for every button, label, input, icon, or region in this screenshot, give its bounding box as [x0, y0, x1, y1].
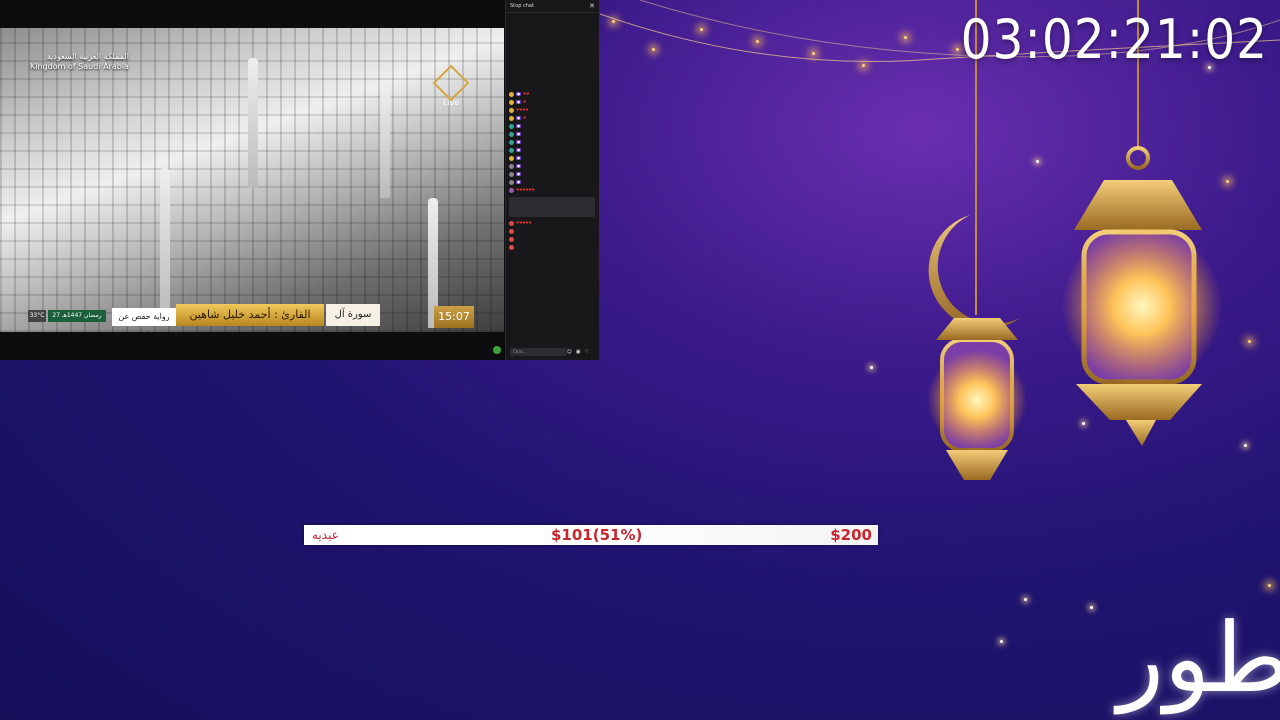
chat-message: ♥♥♥♥♥♥ [509, 188, 595, 193]
goal-target: $200 [830, 526, 872, 544]
minaret [160, 168, 170, 318]
chat-notice [509, 197, 595, 217]
chat-message [509, 229, 595, 234]
goal-current: $101(51%) [551, 526, 643, 544]
chat-message: ● [509, 148, 595, 153]
chat-message: ● ♥ [509, 100, 595, 105]
stream-clock: 15:07 [434, 306, 474, 328]
like-icon[interactable]: ♡ [585, 349, 593, 355]
chat-message: ● [509, 164, 595, 169]
chat-messages: ● ♥♥ ● ♥ ♥♥♥♥ ● ♥ ● ● ● ● ● ● ● ● ♥♥♥♥♥♥ ♥♥… [509, 92, 595, 253]
country-arabic: المملكة العربية السعودية [46, 52, 129, 61]
minaret [380, 88, 390, 198]
close-icon[interactable]: ✕ [589, 2, 595, 10]
minaret [248, 58, 258, 188]
chat-message: ● [509, 172, 595, 177]
chat-message: ● ♥ [509, 116, 595, 121]
settings-icon[interactable]: ▣ [576, 349, 585, 355]
reciter-label: القارئ : أحمد خليل شاهين [176, 304, 324, 326]
lower-third: 33°C 27 رمضان 1447هـ رواية حفص عن عاصم ا… [0, 302, 504, 332]
chat-title[interactable]: Stop chat [510, 3, 534, 9]
goal-label: عيديه [312, 528, 339, 542]
live-video-feed[interactable]: المملكة العربية السعودية Kingdom of Saud… [0, 28, 504, 332]
temperature: 33°C [28, 310, 46, 322]
hijri-date: 27 رمضان 1447هـ [48, 310, 106, 322]
surah-label: سورة آل عمران [326, 304, 380, 332]
chat-message: ● [509, 124, 595, 129]
chat-message [509, 237, 595, 242]
ramadan-lanterns-illustration [927, 0, 1222, 480]
chat-message [509, 245, 595, 250]
country-english: Kingdom of Saudi Arabia [30, 62, 129, 71]
channel-logo-icon [432, 64, 470, 102]
country-watermark: المملكة العربية السعودية Kingdom of Saud… [30, 52, 129, 72]
chat-message: ● [509, 140, 595, 145]
chat-message: ● [509, 180, 595, 185]
chat-message: ● ♥♥ [509, 92, 595, 97]
decorative-arabic-text: طور [1117, 602, 1280, 714]
donation-goal-bar: عيديه $101(51%) $200 [304, 525, 878, 545]
countdown-timer: 03:02:21:02 [960, 8, 1268, 71]
chat-panel: Stop chat ✕ ● ♥♥ ● ♥ ♥♥♥♥ ● ♥ ● ● ● ● ● ● ●… [505, 0, 599, 360]
channel-logo: Live [432, 64, 470, 107]
chat-header: Stop chat ✕ [506, 0, 599, 13]
chat-message: ● [509, 132, 595, 137]
emote-icon[interactable]: ☺ [567, 349, 576, 355]
stream-panel: المملكة العربية السعودية Kingdom of Saud… [0, 0, 599, 360]
narration-label: رواية حفص عن عاصم [112, 308, 176, 332]
chat-actions: ☺▣♡ [567, 349, 593, 355]
status-icon [493, 346, 501, 354]
chat-message: ● [509, 156, 595, 161]
chat-input[interactable]: Chat... [510, 348, 567, 356]
chat-message: ♥♥♥♥♥ [509, 221, 595, 226]
chat-message: ♥♥♥♥ [509, 108, 595, 113]
